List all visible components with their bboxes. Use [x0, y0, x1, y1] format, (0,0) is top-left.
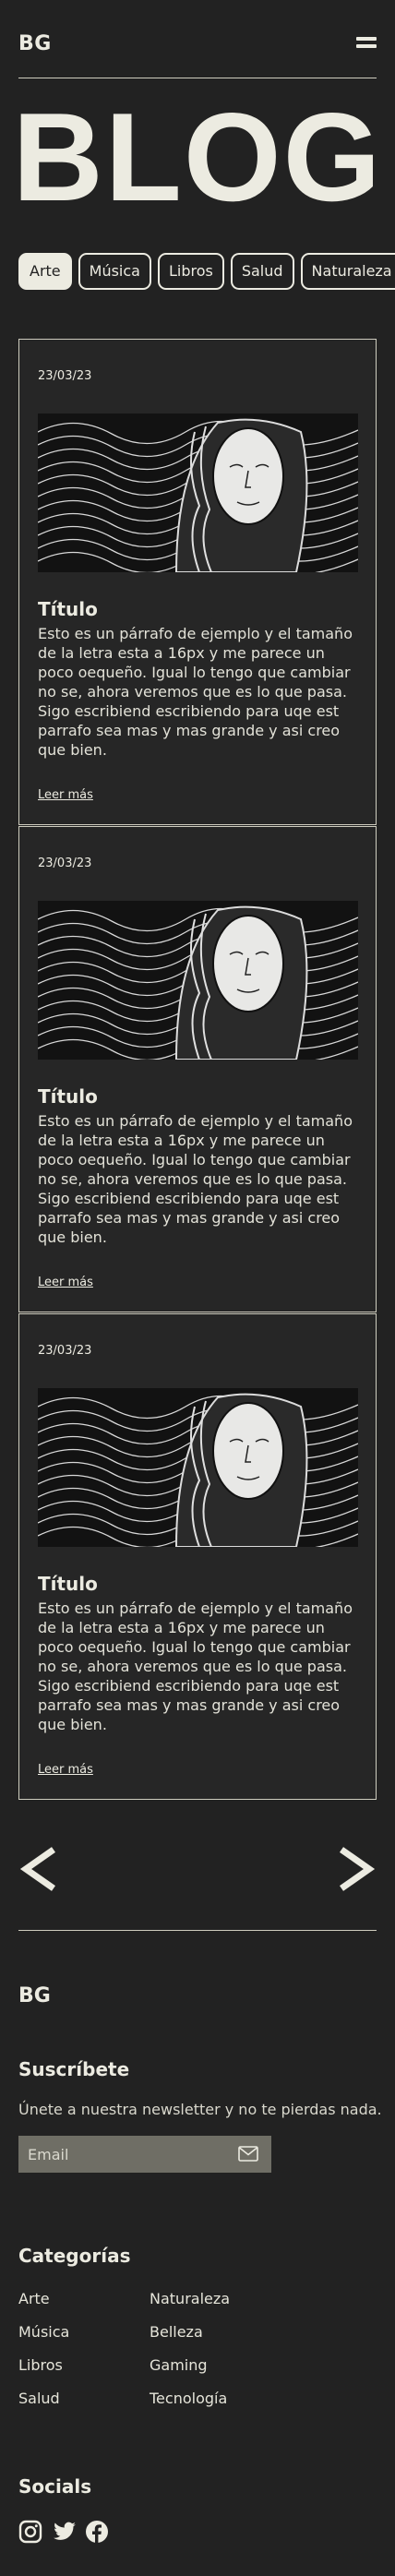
category-filters: Arte Música Libros Salud Naturaleza [18, 253, 395, 290]
post-excerpt: Esto es un párrafo de ejemplo y el tamañ… [38, 625, 353, 759]
footer-divider [18, 1930, 377, 1931]
subscribe-text: Únete a nuestra newsletter y no te pierd… [18, 2101, 382, 2118]
instagram-icon[interactable] [18, 2520, 42, 2547]
chevron-left-icon[interactable] [18, 1846, 59, 1892]
categories-heading: Categorías [18, 2245, 131, 2267]
site-header: BG [18, 0, 377, 78]
post-date: 23/03/23 [38, 369, 92, 383]
filter-chip-musica[interactable]: Música [78, 253, 151, 290]
post-card: 23/03/23 Título Esto es un párrafo de ej… [18, 339, 377, 825]
mail-icon[interactable] [238, 2146, 258, 2165]
read-more-link[interactable]: Leer más [38, 1763, 93, 1777]
footer-category-belleza[interactable]: Belleza [150, 2323, 203, 2341]
email-input[interactable] [18, 2136, 231, 2173]
socials-heading: Socials [18, 2475, 92, 2498]
post-excerpt: Esto es un párrafo de ejemplo y el tamañ… [38, 1600, 353, 1733]
chevron-right-icon[interactable] [336, 1846, 377, 1892]
filter-chip-salud[interactable]: Salud [230, 253, 294, 290]
page-title: BLOG [12, 87, 383, 227]
footer-category-libros[interactable]: Libros [18, 2356, 63, 2374]
post-date: 23/03/23 [38, 1344, 92, 1358]
twitter-icon[interactable] [52, 2520, 78, 2547]
subscribe-heading: Suscríbete [18, 2058, 130, 2080]
post-title: Título [38, 1573, 98, 1595]
footer-category-arte[interactable]: Arte [18, 2290, 50, 2307]
filter-chip-libros[interactable]: Libros [157, 253, 224, 290]
hamburger-menu-icon[interactable] [356, 37, 377, 50]
post-image[interactable] [38, 901, 358, 1060]
footer-category-gaming[interactable]: Gaming [150, 2356, 208, 2374]
facebook-icon[interactable] [85, 2520, 109, 2547]
footer-category-naturaleza[interactable]: Naturaleza [150, 2290, 230, 2307]
footer-logo[interactable]: BG [18, 1984, 51, 2007]
post-date: 23/03/23 [38, 857, 92, 870]
post-image[interactable] [38, 413, 358, 572]
post-excerpt: Esto es un párrafo de ejemplo y el tamañ… [38, 1112, 353, 1246]
filter-chip-naturaleza[interactable]: Naturaleza [300, 253, 395, 290]
footer-category-musica[interactable]: Música [18, 2323, 69, 2341]
newsletter-form [18, 2136, 271, 2173]
read-more-link[interactable]: Leer más [38, 1276, 93, 1289]
filter-chip-arte[interactable]: Arte [18, 253, 72, 290]
post-card: 23/03/23 Título Esto es un párrafo de ej… [18, 1313, 377, 1800]
post-image[interactable] [38, 1388, 358, 1547]
site-logo[interactable]: BG [18, 32, 52, 55]
footer-category-salud[interactable]: Salud [18, 2390, 60, 2407]
post-title: Título [38, 598, 98, 620]
post-title: Título [38, 1085, 98, 1108]
read-more-link[interactable]: Leer más [38, 788, 93, 802]
post-card: 23/03/23 Título Esto es un párrafo de ej… [18, 826, 377, 1312]
footer-category-tecnologia[interactable]: Tecnología [150, 2390, 227, 2407]
